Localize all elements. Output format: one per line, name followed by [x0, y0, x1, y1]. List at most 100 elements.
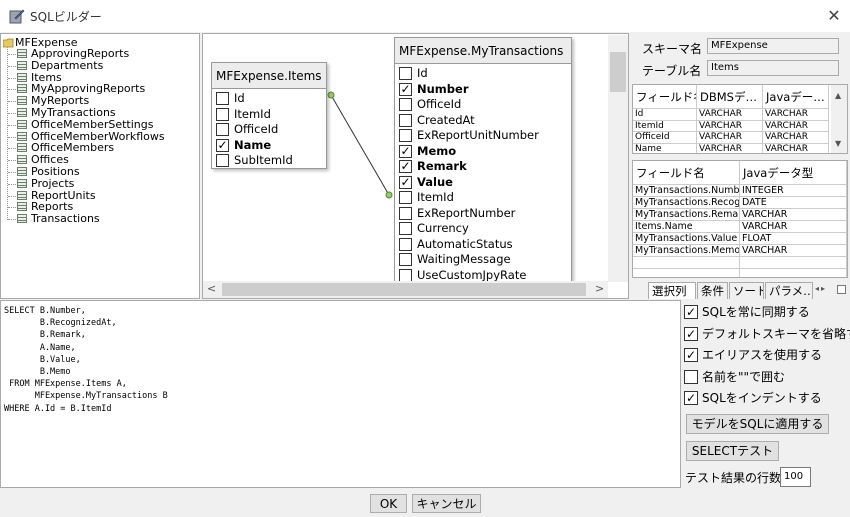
ok-button[interactable]: OK	[370, 494, 407, 513]
field-checkbox[interactable]	[399, 206, 412, 220]
table-tree[interactable]: MFExpense ApprovingReports Departments Item…	[0, 33, 200, 299]
sql-editor[interactable]: SELECT B.Number, B.RecognizedAt, B.Remar…	[0, 300, 681, 488]
grid-cell[interactable]: VARCHAR	[740, 209, 847, 221]
schema-field[interactable]: MFExpense	[707, 38, 839, 54]
grid-cell[interactable]: OfficeId	[633, 132, 697, 144]
entity-field[interactable]: ✓ Memo	[395, 144, 571, 160]
field-checkbox[interactable]: ✓	[399, 160, 412, 173]
entity-field[interactable]: ✓ Name	[212, 138, 326, 154]
grid-cell[interactable]: VARCHAR	[697, 109, 763, 121]
grid-cell[interactable]: VARCHAR	[763, 109, 829, 121]
entity-field[interactable]: ✓ Value	[395, 175, 571, 191]
field-checkbox[interactable]	[399, 113, 412, 127]
empty-grid-cell[interactable]	[740, 257, 847, 269]
field-grid[interactable]: フィールド名DBMSデ…Javaデー…IdVARCHARVARCHARItemI…	[632, 84, 848, 154]
checkbox[interactable]	[684, 369, 698, 384]
empty-grid-cell[interactable]	[740, 269, 847, 277]
field-checkbox[interactable]	[399, 268, 412, 282]
grid-cell[interactable]: INTEGER	[740, 185, 847, 197]
grid-cell[interactable]: VARCHAR	[740, 221, 847, 233]
entity-field[interactable]: AutomaticStatus	[395, 237, 571, 253]
entity-field[interactable]: Currency	[395, 221, 571, 237]
grid-cell[interactable]: Name	[633, 143, 697, 153]
checkbox[interactable]: ✓	[684, 326, 698, 341]
field-checkbox[interactable]	[216, 92, 229, 105]
field-checkbox[interactable]	[399, 98, 412, 111]
grid-header[interactable]: Javaデータ型	[740, 161, 847, 185]
field-checkbox[interactable]	[399, 191, 412, 204]
entity-field[interactable]: WaitingMessage	[395, 252, 571, 268]
entity-items[interactable]: MFExpense.Items Id ItemId OfficeId ✓ Name Sub…	[211, 62, 327, 169]
field-checkbox[interactable]	[399, 237, 412, 251]
scrollbar-thumb[interactable]	[222, 283, 586, 296]
grid-cell[interactable]: VARCHAR	[763, 120, 829, 132]
field-checkbox[interactable]: ✓	[216, 138, 229, 152]
select-test-button[interactable]: SELECTテスト	[686, 441, 779, 461]
grid-cell[interactable]: VARCHAR	[763, 132, 829, 144]
grid-cell[interactable]: VARCHAR	[697, 120, 763, 132]
grid-cell[interactable]: MyTransactions.Recog…	[633, 197, 740, 209]
table-field[interactable]: Items	[707, 60, 839, 76]
entity-field[interactable]: ItemId	[212, 107, 326, 123]
field-checkbox[interactable]	[399, 129, 412, 142]
entity-field[interactable]: ✓ Number	[395, 82, 571, 98]
entity-field[interactable]: ExReportNumber	[395, 206, 571, 222]
grid-cell[interactable]: Items.Name	[633, 221, 740, 233]
checkbox[interactable]: ✓	[684, 348, 698, 363]
selected-columns-grid[interactable]: フィールド名 Javaデータ型 MyTransactions.Number INTEG…	[632, 160, 848, 278]
result-rows-input[interactable]: 100	[780, 467, 811, 487]
grid-cell[interactable]: FLOAT	[740, 233, 847, 245]
field-checkbox[interactable]: ✓	[399, 175, 412, 189]
entity-field[interactable]: ItemId	[395, 190, 571, 206]
entity-my-transactions[interactable]: MFExpense.MyTransactions Id ✓ Number Office…	[394, 37, 572, 287]
diagram-canvas[interactable]: MFExpense.Items Id ItemId OfficeId ✓ Name Sub…	[202, 33, 629, 299]
entity-field[interactable]: ExReportUnitNumber	[395, 128, 571, 144]
field-checkbox[interactable]	[399, 222, 412, 235]
entity-title[interactable]: MFExpense.Items	[212, 63, 326, 89]
grid-cell[interactable]: VARCHAR	[697, 132, 763, 144]
tab-0[interactable]: 選択列	[648, 282, 696, 299]
field-checkbox[interactable]	[399, 67, 412, 80]
tab-scroll-arrows-icon[interactable]: ◂▸	[815, 284, 827, 293]
grid-cell[interactable]: VARCHAR	[763, 143, 829, 153]
cancel-button[interactable]: キャンセル	[412, 494, 481, 513]
entity-field[interactable]: OfficeId	[395, 97, 571, 113]
scrollbar-thumb[interactable]	[610, 52, 626, 92]
entity-field[interactable]: OfficeId	[212, 122, 326, 138]
field-checkbox[interactable]	[216, 107, 229, 121]
scroll-left-arrow[interactable]: <	[207, 282, 216, 295]
checkbox[interactable]: ✓	[684, 305, 698, 319]
tab-3[interactable]: パラメ…	[765, 282, 813, 299]
grid-cell[interactable]: VARCHAR	[697, 143, 763, 153]
grid-cell[interactable]: MyTransactions.Remark	[633, 209, 740, 221]
grid-header[interactable]: Javaデー…	[763, 85, 829, 109]
field-checkbox[interactable]: ✓	[399, 144, 412, 158]
grid-header[interactable]: フィールド名	[633, 161, 740, 185]
grid-header[interactable]: DBMSデ…	[697, 85, 763, 109]
empty-grid-cell[interactable]	[633, 269, 740, 277]
empty-grid-cell[interactable]	[633, 257, 740, 269]
grid-cell[interactable]: VARCHAR	[740, 245, 847, 257]
close-button[interactable]: ✕	[822, 4, 846, 28]
grid-cell[interactable]: Id	[633, 109, 697, 121]
field-checkbox[interactable]	[216, 154, 229, 167]
checkbox[interactable]: ✓	[684, 391, 698, 406]
entity-field[interactable]: ✓ Remark	[395, 159, 571, 175]
entity-title[interactable]: MFExpense.MyTransactions	[395, 38, 571, 64]
entity-field[interactable]: Id	[212, 91, 326, 107]
grid-header[interactable]: フィールド名	[633, 85, 697, 109]
grid-cell[interactable]: ItemId	[633, 120, 697, 132]
tab-2[interactable]: ソート	[729, 282, 764, 299]
entity-field[interactable]: CreatedAt	[395, 113, 571, 129]
tab-menu-icon[interactable]	[837, 285, 846, 294]
field-checkbox[interactable]	[399, 253, 412, 266]
tab-1[interactable]: 条件	[697, 282, 728, 299]
field-checkbox[interactable]	[216, 123, 229, 136]
grid-cell[interactable]: MyTransactions.Value	[633, 233, 740, 245]
grid-scrollbar[interactable]: ▲ ▼	[831, 85, 847, 153]
grid-cell[interactable]: DATE	[740, 197, 847, 209]
entity-field[interactable]: Id	[395, 66, 571, 82]
field-checkbox[interactable]: ✓	[399, 82, 412, 96]
apply-model-button[interactable]: モデルをSQLに適用する	[686, 414, 829, 434]
grid-cell[interactable]: MyTransactions.Memo	[633, 245, 740, 257]
